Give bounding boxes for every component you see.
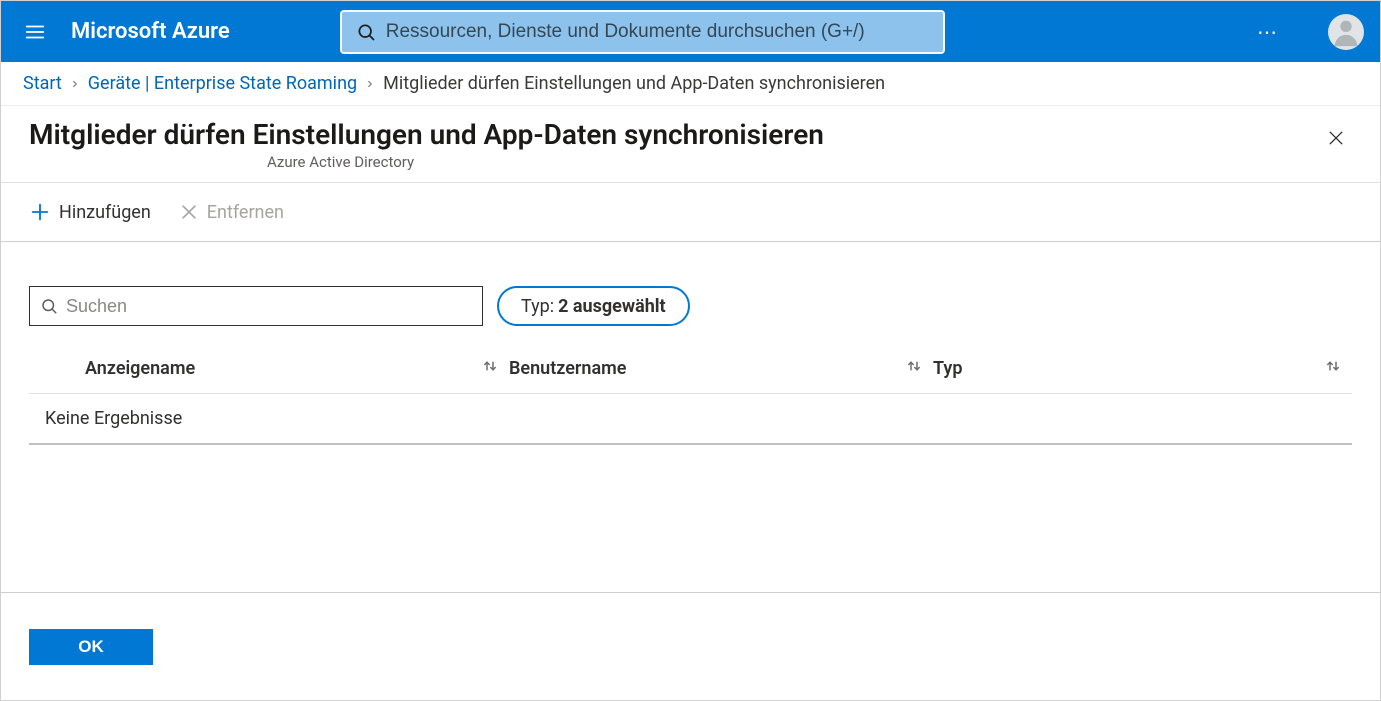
filters-row: Typ: 2 ausgewählt bbox=[29, 286, 1352, 326]
add-button[interactable]: Hinzufügen bbox=[29, 201, 151, 223]
col-type[interactable]: Typ bbox=[933, 357, 1352, 380]
col-user-name[interactable]: Benutzername bbox=[509, 357, 933, 380]
brand-label[interactable]: Microsoft Azure bbox=[71, 19, 230, 44]
chevron-right-icon bbox=[70, 77, 80, 91]
type-filter-pill[interactable]: Typ: 2 ausgewählt bbox=[497, 286, 690, 326]
col-display-name-label: Anzeigename bbox=[85, 358, 195, 379]
chevron-right-icon bbox=[365, 77, 375, 91]
page-subtitle: Azure Active Directory bbox=[29, 153, 824, 171]
remove-label: Entfernen bbox=[207, 202, 284, 223]
page-title: Mitglieder dürfen Einstellungen und App-… bbox=[29, 118, 824, 151]
breadcrumb-link-start[interactable]: Start bbox=[23, 73, 62, 94]
page-header: Mitglieder dürfen Einstellungen und App-… bbox=[1, 106, 1380, 182]
no-results-row: Keine Ergebnisse bbox=[29, 394, 1352, 445]
more-button[interactable]: ⋯ bbox=[1246, 10, 1290, 54]
local-search-input[interactable] bbox=[66, 296, 472, 317]
ellipsis-icon: ⋯ bbox=[1257, 20, 1279, 44]
footer-bar: OK bbox=[1, 592, 1380, 700]
top-bar: Microsoft Azure ⋯ bbox=[1, 1, 1380, 62]
plus-icon bbox=[29, 201, 51, 223]
type-filter-label: Typ: bbox=[521, 296, 554, 317]
close-icon bbox=[1326, 128, 1346, 148]
ok-button[interactable]: OK bbox=[29, 629, 153, 665]
breadcrumb: Start Geräte | Enterprise State Roaming … bbox=[1, 62, 1380, 106]
col-user-name-label: Benutzername bbox=[509, 358, 626, 379]
search-icon bbox=[40, 297, 58, 315]
type-filter-value: 2 ausgewählt bbox=[558, 296, 666, 317]
sort-icon bbox=[905, 357, 923, 380]
col-display-name[interactable]: Anzeigename bbox=[85, 357, 509, 380]
content-area: Typ: 2 ausgewählt Anzeigename Benutzerna… bbox=[1, 242, 1380, 592]
breadcrumb-current: Mitglieder dürfen Einstellungen und App-… bbox=[383, 73, 885, 94]
command-bar: Hinzufügen Entfernen bbox=[1, 182, 1380, 242]
global-search-input[interactable] bbox=[386, 21, 929, 43]
menu-button[interactable] bbox=[19, 16, 51, 48]
user-icon bbox=[1329, 15, 1363, 49]
user-avatar[interactable] bbox=[1328, 14, 1364, 50]
local-search-box[interactable] bbox=[29, 286, 483, 326]
close-button[interactable] bbox=[1320, 122, 1352, 154]
results-table: Anzeigename Benutzername Typ bbox=[29, 344, 1352, 445]
remove-button[interactable]: Entfernen bbox=[179, 202, 284, 223]
col-type-label: Typ bbox=[933, 358, 962, 379]
search-icon bbox=[356, 22, 376, 42]
global-search-box[interactable] bbox=[340, 10, 945, 54]
table-header: Anzeigename Benutzername Typ bbox=[29, 344, 1352, 394]
add-label: Hinzufügen bbox=[59, 202, 151, 223]
sort-icon bbox=[481, 357, 499, 380]
hamburger-icon bbox=[24, 21, 46, 43]
breadcrumb-link-devices[interactable]: Geräte | Enterprise State Roaming bbox=[88, 73, 357, 94]
sort-icon bbox=[1324, 357, 1342, 380]
close-icon bbox=[179, 202, 199, 222]
